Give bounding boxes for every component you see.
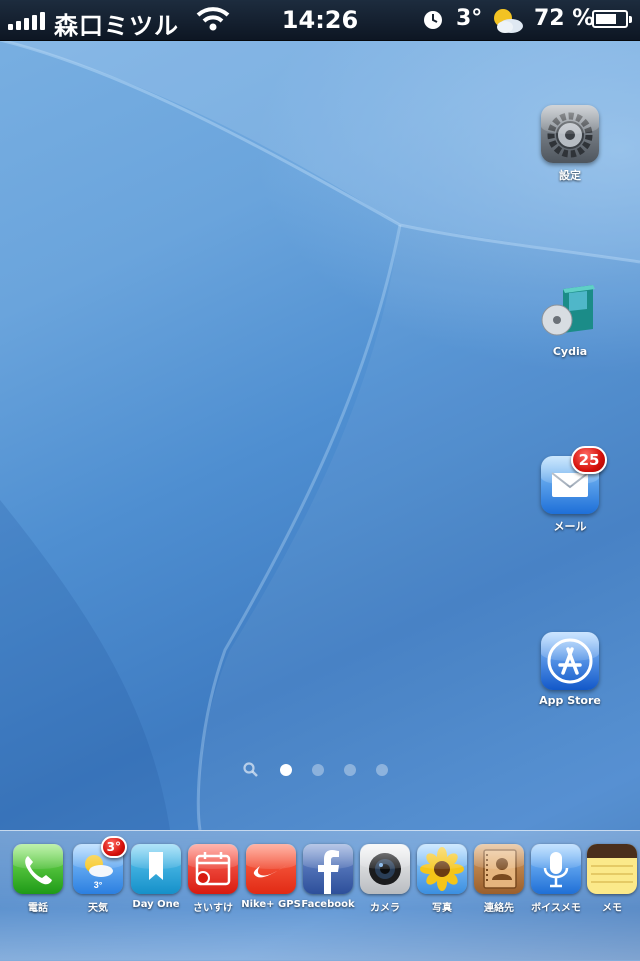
mail-envelope-icon: 25 [541,446,607,514]
app-label: Cydia [552,345,588,358]
app-label: 設定 [559,169,581,182]
app-label: App Store [539,694,601,707]
nike-icon [246,844,296,894]
dock-app-notes[interactable]: メモ [584,844,640,914]
page-dot[interactable] [344,764,356,776]
camera-icon [360,844,410,894]
page-dot[interactable] [376,764,388,776]
day-one-bookmark-icon [131,844,181,894]
dock-app-phone[interactable]: 電話 [10,844,66,914]
battery-icon [592,10,632,28]
battery-percentage: 72 % [534,6,595,31]
cydia-box-icon [541,283,599,341]
search-icon[interactable] [243,762,259,782]
page-dot-active[interactable] [280,764,292,776]
status-bar: 森口ミツル 14:26 3° 72 % [0,0,640,41]
voice-memo-mic-icon [531,844,581,894]
app-store[interactable]: App Store [520,632,620,707]
page-dot[interactable] [312,764,324,776]
weather-icon: 3° 3° [73,836,127,894]
app-cydia[interactable]: Cydia [520,283,620,358]
facebook-icon [303,844,353,894]
weather-sun-cloud-icon [490,6,524,38]
notes-icon [587,844,637,894]
alarm-icon [422,9,444,35]
app-mail[interactable]: 25 メール [520,446,620,534]
page-indicator[interactable] [0,762,640,778]
settings-gear-icon [541,105,599,163]
mail-unread-badge: 25 [571,446,607,474]
phone-icon [13,844,63,894]
status-temperature: 3° [456,6,483,31]
app-label: メール [553,520,587,533]
app-store-icon [541,632,599,690]
weather-badge: 3° [100,836,127,858]
weather-icon-temperature: 3° [94,880,103,890]
contacts-book-icon [474,844,524,894]
photos-sunflower-icon [417,844,467,894]
calendar-icon [188,844,238,894]
app-settings[interactable]: 設定 [520,105,620,183]
dock-label: メモ [602,903,622,914]
